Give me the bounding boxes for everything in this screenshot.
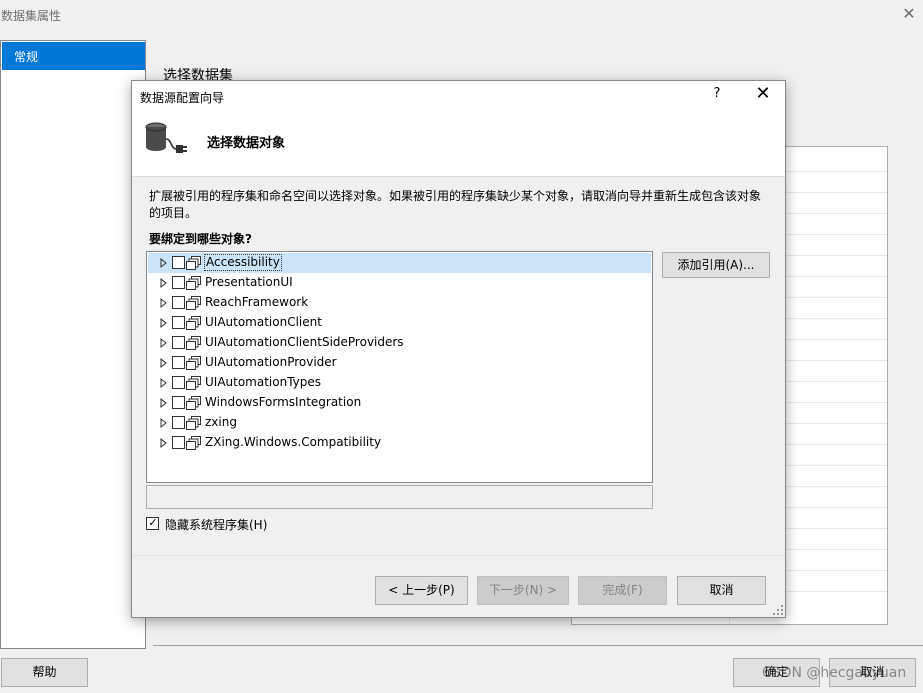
expand-arrow-icon[interactable] xyxy=(159,317,169,329)
assembly-tree-item[interactable]: zxing xyxy=(148,413,651,433)
assembly-tree-item[interactable]: UIAutomationClient xyxy=(148,313,651,333)
assembly-name: zxing xyxy=(205,415,237,429)
expand-arrow-icon[interactable] xyxy=(159,437,169,449)
description-box xyxy=(146,485,653,509)
previous-button[interactable]: < 上一步(P) xyxy=(375,576,468,605)
expand-arrow-icon[interactable] xyxy=(159,337,169,349)
footer-divider-wizard xyxy=(132,555,785,556)
assembly-checkbox[interactable] xyxy=(172,256,185,269)
background-window-title: 数据集属性 xyxy=(1,9,62,23)
wizard-description: 扩展被引用的程序集和命名空间以选择对象。如果被引用的程序集缺少某个对象，请取消向… xyxy=(149,189,762,220)
assembly-name: ZXing.Windows.Compatibility xyxy=(205,435,382,449)
assembly-checkbox[interactable] xyxy=(172,436,185,449)
assembly-icon xyxy=(186,316,201,330)
help-icon[interactable]: ? xyxy=(708,86,726,101)
expand-arrow-icon[interactable] xyxy=(159,357,169,369)
expand-arrow-icon[interactable] xyxy=(159,417,169,429)
assembly-icon xyxy=(186,276,201,290)
assembly-checkbox[interactable] xyxy=(172,356,185,369)
assembly-name: WindowsFormsIntegration xyxy=(205,395,362,409)
assembly-name: Accessibility xyxy=(204,254,282,271)
bind-objects-question: 要绑定到哪些对象? xyxy=(149,232,252,246)
expand-arrow-icon[interactable] xyxy=(159,297,169,309)
background-titlebar: 数据集属性 ✕ xyxy=(0,0,923,30)
assembly-name: UIAutomationClientSideProviders xyxy=(205,335,404,349)
resize-grip-icon[interactable] xyxy=(772,604,784,616)
properties-nav-list: 常规 xyxy=(0,40,146,649)
nav-item-general[interactable]: 常规 xyxy=(2,42,145,70)
assembly-checkbox[interactable] xyxy=(172,396,185,409)
assembly-tree-item[interactable]: ReachFramework xyxy=(148,293,651,313)
header-divider xyxy=(132,176,785,177)
assembly-icon xyxy=(186,416,201,430)
assembly-checkbox[interactable] xyxy=(172,276,185,289)
assembly-tree-item[interactable]: UIAutomationClientSideProviders xyxy=(148,333,651,353)
wizard-heading: 选择数据对象 xyxy=(207,136,286,151)
next-button[interactable]: 下一步(N) > xyxy=(477,576,569,605)
expand-arrow-icon[interactable] xyxy=(159,377,169,389)
assembly-checkbox[interactable] xyxy=(172,336,185,349)
assembly-name: UIAutomationTypes xyxy=(205,375,322,389)
assembly-checkbox[interactable] xyxy=(172,296,185,309)
assembly-icon xyxy=(186,436,201,450)
checkmark-icon: ✓ xyxy=(148,516,158,529)
assembly-icon xyxy=(186,376,201,390)
assembly-name: ReachFramework xyxy=(205,295,309,309)
assembly-checkbox[interactable] xyxy=(172,376,185,389)
hide-system-assemblies-checkbox[interactable]: ✓ xyxy=(146,516,159,530)
assembly-name: UIAutomationProvider xyxy=(205,355,337,369)
expand-arrow-icon[interactable] xyxy=(159,277,169,289)
assembly-icon xyxy=(186,396,201,410)
assembly-checkbox[interactable] xyxy=(172,416,185,429)
cancel-button[interactable]: 取消 xyxy=(677,576,766,605)
expand-arrow-icon[interactable] xyxy=(159,397,169,409)
assembly-tree-item[interactable]: UIAutomationProvider xyxy=(148,353,651,373)
help-button[interactable]: 帮助 xyxy=(1,658,88,687)
close-icon[interactable]: ✕ xyxy=(751,83,775,105)
assembly-icon xyxy=(186,296,201,310)
assembly-checkbox[interactable] xyxy=(172,316,185,329)
wizard-title: 数据源配置向导 xyxy=(140,91,225,105)
assembly-name: PresentationUI xyxy=(205,275,293,289)
assembly-tree-item[interactable]: PresentationUI xyxy=(148,273,651,293)
database-plug-icon xyxy=(144,119,190,159)
assembly-tree-item[interactable]: WindowsFormsIntegration xyxy=(148,393,651,413)
assembly-name: UIAutomationClient xyxy=(205,315,322,329)
wizard-header: 数据源配置向导 ? ✕ 选择数据对象 xyxy=(132,81,785,176)
assembly-icon xyxy=(186,356,201,370)
assembly-icon xyxy=(186,336,201,350)
data-source-wizard-dialog: 数据源配置向导 ? ✕ 选择数据对象 扩展被引用的程序集和命名空间以选择对象。如… xyxy=(131,80,786,618)
assembly-tree-item[interactable]: Accessibility xyxy=(148,253,651,273)
footer-divider xyxy=(153,645,923,646)
expand-arrow-icon[interactable] xyxy=(159,257,169,269)
add-reference-button[interactable]: 添加引用(A)... xyxy=(662,252,770,278)
assembly-tree-item[interactable]: ZXing.Windows.Compatibility xyxy=(148,433,651,453)
watermark: CSDN @hecgaoyuan xyxy=(762,665,907,681)
background-close-icon[interactable]: ✕ xyxy=(900,5,918,23)
assembly-icon xyxy=(186,256,201,270)
assembly-tree-item[interactable]: UIAutomationTypes xyxy=(148,373,651,393)
hide-system-assemblies-label[interactable]: 隐藏系统程序集(H) xyxy=(165,516,267,533)
finish-button[interactable]: 完成(F) xyxy=(578,576,667,605)
assembly-tree[interactable]: Accessibility PresentationUI ReachFramewor… xyxy=(146,251,653,483)
